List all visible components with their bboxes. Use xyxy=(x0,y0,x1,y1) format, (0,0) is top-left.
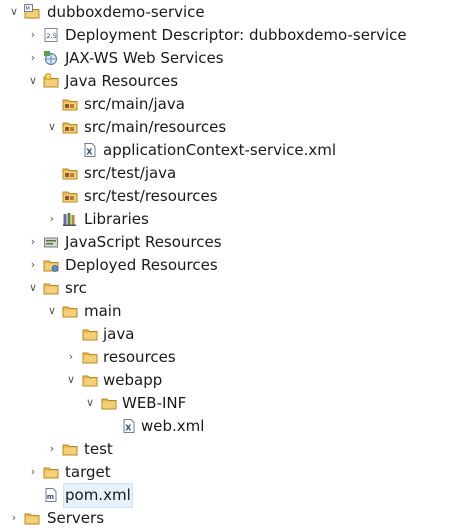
tree-item-label: JavaScript Resources xyxy=(65,233,222,251)
tree-item-label: test xyxy=(84,440,113,458)
chevron-right-icon[interactable]: › xyxy=(26,235,40,249)
tree-item-deployed-resources[interactable]: › Deployed Resources xyxy=(0,254,470,277)
deployed-resources-icon xyxy=(43,257,59,273)
tree-item-label: Java Resources xyxy=(65,72,179,90)
tree-item-label: java xyxy=(103,325,135,343)
chevron-down-icon[interactable]: ∨ xyxy=(45,120,59,134)
tree-item-label: web.xml xyxy=(141,417,205,435)
chevron-right-icon[interactable]: › xyxy=(45,212,59,226)
tree-item-target[interactable]: › target xyxy=(0,461,470,484)
web-services-icon xyxy=(43,50,59,66)
tree-item-label: target xyxy=(65,463,111,481)
tree-item-label: JAX-WS Web Services xyxy=(65,49,224,67)
chevron-down-icon[interactable]: ∨ xyxy=(26,281,40,295)
tree-item-label: dubboxdemo-service xyxy=(47,3,205,21)
svg-text:X: X xyxy=(125,424,132,433)
chevron-right-icon[interactable]: › xyxy=(64,350,78,364)
tree-item-label: applicationContext-service.xml xyxy=(103,141,337,159)
tree-item-label: src/main/resources xyxy=(84,118,227,136)
tree-item-label: src xyxy=(65,279,87,297)
folder-icon xyxy=(24,510,40,526)
chevron-down-icon[interactable]: ∨ xyxy=(7,5,21,19)
tree-item-src-test-resources[interactable]: src/test/resources xyxy=(0,185,470,208)
chevron-down-icon[interactable]: ∨ xyxy=(83,396,97,410)
tree-item-dubboxdemo-service[interactable]: ∨ M dubboxdemo-service xyxy=(0,1,470,24)
tree-item-main[interactable]: ∨ main xyxy=(0,300,470,323)
source-folder-icon xyxy=(62,188,78,204)
tree-item-applicationcontext-service-xml[interactable]: X applicationContext-service.xml xyxy=(0,139,470,162)
tree-item-java[interactable]: java xyxy=(0,323,470,346)
svg-text:M: M xyxy=(26,6,30,12)
tree-item-label: src/main/java xyxy=(84,95,185,113)
tree-item-servers[interactable]: › Servers xyxy=(0,507,470,530)
tree-item-label: WEB-INF xyxy=(122,394,187,412)
project-icon: M xyxy=(24,4,40,20)
folder-icon xyxy=(82,349,98,365)
javascript-resources-icon xyxy=(43,234,59,250)
tree-item-label: resources xyxy=(103,348,176,366)
chevron-right-icon[interactable]: › xyxy=(7,511,21,525)
tree-item-label: Libraries xyxy=(84,210,149,228)
maven-pom-file-icon: m xyxy=(43,487,59,503)
tree-item-deployment-descriptor[interactable]: › 2.5 Deployment Descriptor: dubboxdemo-… xyxy=(0,24,470,47)
tree-item-label: main xyxy=(84,302,122,320)
folder-icon xyxy=(82,326,98,342)
xml-file-icon: X xyxy=(82,142,98,158)
svg-text:2.5: 2.5 xyxy=(47,32,57,40)
chevron-down-icon[interactable]: ∨ xyxy=(64,373,78,387)
tree-item-src-main-resources[interactable]: ∨ src/main/resources xyxy=(0,116,470,139)
tree-item-label: src/test/resources xyxy=(84,187,218,205)
folder-icon xyxy=(43,280,59,296)
libraries-icon xyxy=(62,211,78,227)
folder-icon xyxy=(62,441,78,457)
svg-text:X: X xyxy=(86,148,93,157)
chevron-right-icon[interactable]: › xyxy=(26,465,40,479)
source-folder-icon xyxy=(62,96,78,112)
tree-item-label: Servers xyxy=(47,509,105,527)
svg-text:m: m xyxy=(47,493,54,501)
chevron-right-icon[interactable]: › xyxy=(45,442,59,456)
tree-item-label: Deployed Resources xyxy=(65,256,218,274)
tree-item-label: Deployment Descriptor: dubboxdemo-servic… xyxy=(65,26,407,44)
chevron-right-icon[interactable]: › xyxy=(26,28,40,42)
tree-item-label: src/test/java xyxy=(84,164,177,182)
folder-icon xyxy=(82,372,98,388)
tree-item-label: pom.xml xyxy=(63,483,133,508)
source-folder-icon xyxy=(62,165,78,181)
tree-item-webapp[interactable]: ∨ webapp xyxy=(0,369,470,392)
deployment-descriptor-icon: 2.5 xyxy=(43,27,59,43)
tree-item-libraries[interactable]: › Libraries xyxy=(0,208,470,231)
tree-item-test[interactable]: › test xyxy=(0,438,470,461)
xml-file-icon: X xyxy=(121,418,137,434)
java-resources-icon xyxy=(43,73,59,89)
folder-icon xyxy=(101,395,117,411)
chevron-down-icon[interactable]: ∨ xyxy=(26,74,40,88)
tree-item-javascript-resources[interactable]: › JavaScript Resources xyxy=(0,231,470,254)
chevron-right-icon[interactable]: › xyxy=(26,51,40,65)
folder-icon xyxy=(43,464,59,480)
tree-item-web-xml[interactable]: X web.xml xyxy=(0,415,470,438)
chevron-down-icon[interactable]: ∨ xyxy=(45,304,59,318)
tree-item-src[interactable]: ∨ src xyxy=(0,277,470,300)
source-folder-icon xyxy=(62,119,78,135)
tree-item-pom-xml[interactable]: m pom.xml xyxy=(0,483,470,508)
tree-item-web-inf[interactable]: ∨ WEB-INF xyxy=(0,392,470,415)
chevron-right-icon[interactable]: › xyxy=(26,258,40,272)
tree-item-resources[interactable]: › resources xyxy=(0,346,470,369)
tree-item-src-test-java[interactable]: src/test/java xyxy=(0,162,470,185)
tree-item-src-main-java[interactable]: src/main/java xyxy=(0,93,470,116)
tree-item-label: webapp xyxy=(103,371,163,389)
folder-icon xyxy=(62,303,78,319)
tree-item-jax-ws-web-services[interactable]: › JAX-WS Web Services xyxy=(0,47,470,70)
tree-item-java-resources[interactable]: ∨ Java Resources xyxy=(0,70,470,93)
